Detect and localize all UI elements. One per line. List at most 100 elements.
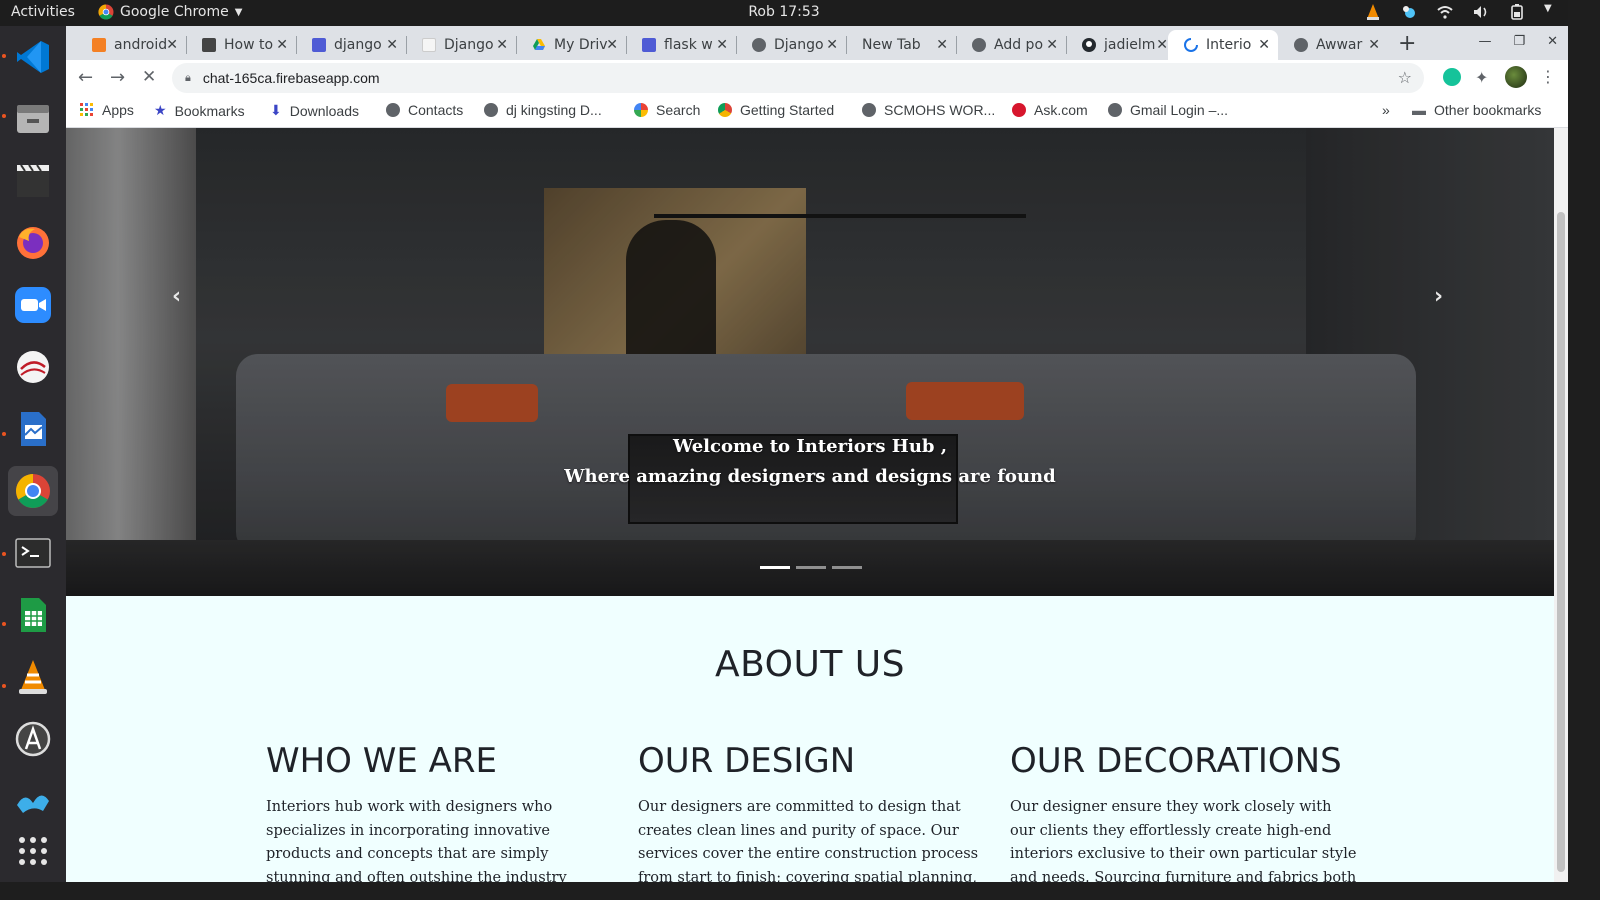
stop-loading-icon[interactable]: ✕	[142, 67, 156, 87]
tab-new-tab[interactable]: New Tab ✕	[846, 30, 956, 60]
close-icon[interactable]: ✕	[1156, 37, 1168, 53]
url-text[interactable]: chat-165ca.firebaseapp.com	[203, 70, 380, 86]
bookmark-gmail-login[interactable]: Gmail Login –...	[1108, 102, 1228, 118]
tab-awwwards[interactable]: Awwar ✕	[1278, 30, 1388, 60]
system-tray[interactable]: ▼	[1364, 3, 1554, 21]
bookmark-label: Getting Started	[740, 102, 835, 118]
weather-icon[interactable]	[1400, 3, 1418, 21]
close-icon[interactable]: ✕	[1046, 37, 1058, 53]
vscode-icon[interactable]	[8, 32, 58, 82]
tab-add-post[interactable]: Add po ✕	[956, 30, 1066, 60]
wifi-icon[interactable]	[1436, 3, 1454, 21]
close-icon[interactable]: ✕	[716, 37, 728, 53]
battery-icon[interactable]	[1508, 3, 1526, 21]
globe-favicon	[972, 38, 986, 52]
tab-my-drive[interactable]: My Driv ✕	[516, 30, 626, 60]
vlc-tray-icon[interactable]	[1364, 3, 1382, 21]
scrollbar-thumb[interactable]	[1557, 212, 1565, 872]
close-icon[interactable]: ✕	[1368, 37, 1380, 53]
close-icon[interactable]: ✕	[166, 37, 178, 53]
text-editor-icon[interactable]	[8, 342, 58, 392]
github-favicon	[1082, 38, 1096, 52]
bookmark-dj-kingsting[interactable]: dj kingsting D...	[484, 102, 602, 118]
close-icon[interactable]: ✕	[386, 37, 398, 53]
tab-title: android	[114, 37, 168, 53]
close-icon[interactable]: ✕	[936, 37, 948, 53]
bookmark-contacts[interactable]: Contacts	[386, 102, 463, 118]
volume-icon[interactable]	[1472, 3, 1490, 21]
clock[interactable]: Rob 17:53	[748, 4, 819, 20]
tab-how-to[interactable]: How to ✕	[186, 30, 296, 60]
close-window-icon[interactable]: ✕	[1547, 34, 1558, 49]
tab-django-globe[interactable]: Django ✕	[736, 30, 846, 60]
calc-icon[interactable]	[8, 590, 58, 640]
extensions-puzzle-icon[interactable]: ✦	[1475, 68, 1493, 87]
vlc-icon[interactable]	[8, 652, 58, 702]
about-column-our-decorations: OUR DECORATIONS Our designer ensure they…	[1010, 740, 1360, 882]
kde-connect-icon[interactable]	[8, 776, 58, 826]
bookmark-apps[interactable]: Apps	[80, 102, 134, 118]
carousel-next-icon[interactable]: ›	[1434, 284, 1443, 309]
firefox-icon[interactable]	[8, 218, 58, 268]
bookmark-other[interactable]: ▬ Other bookmarks	[1412, 102, 1541, 118]
lock-icon[interactable]: 🔒︎	[185, 71, 191, 85]
tab-title: How to	[224, 37, 274, 53]
bookmark-label: Other bookmarks	[1434, 102, 1542, 118]
close-icon[interactable]: ✕	[606, 37, 618, 53]
terminal-icon[interactable]	[8, 528, 58, 578]
tab-django-blank[interactable]: Django ✕	[406, 30, 516, 60]
tab-django-doc[interactable]: django ✕	[296, 30, 406, 60]
download-icon: ⬇︎	[270, 102, 282, 118]
chrome-icon[interactable]	[8, 466, 58, 516]
tab-interiors-active[interactable]: Interio ✕	[1168, 30, 1278, 60]
writer-icon[interactable]	[8, 404, 58, 454]
back-arrow-icon[interactable]: ←	[78, 67, 93, 88]
stackoverflow-favicon	[92, 38, 106, 52]
carousel-indicator[interactable]	[796, 566, 826, 569]
globe-favicon	[752, 38, 766, 52]
carousel-prev-icon[interactable]: ‹	[172, 284, 181, 309]
close-icon[interactable]: ✕	[1258, 37, 1270, 53]
page-scrollbar[interactable]	[1554, 128, 1568, 882]
activities-button[interactable]: Activities	[11, 4, 75, 20]
bookmark-star-icon[interactable]: ☆	[1398, 68, 1412, 87]
minimize-icon[interactable]: —	[1478, 34, 1491, 49]
bookmark-downloads[interactable]: ⬇︎ Downloads	[270, 102, 359, 119]
bookmark-label: SCMOHS WOR...	[884, 102, 996, 118]
bookmarks-overflow-button[interactable]: »	[1382, 102, 1390, 118]
app-menu[interactable]: Google Chrome ▼	[98, 4, 242, 20]
globe-favicon	[1294, 38, 1308, 52]
bookmark-bookmarks[interactable]: ★ Bookmarks	[154, 102, 245, 119]
show-apps-icon[interactable]	[8, 826, 58, 876]
zoom-icon[interactable]	[8, 280, 58, 330]
system-menu-chevron-icon[interactable]: ▼	[1544, 3, 1554, 21]
video-editor-icon[interactable]	[8, 156, 58, 206]
grammarly-extension-icon[interactable]	[1443, 68, 1461, 86]
hero-overlay	[66, 128, 1554, 596]
running-indicator	[2, 54, 6, 58]
maximize-icon[interactable]: ❐	[1513, 34, 1525, 49]
bookmark-search[interactable]: Search	[634, 102, 700, 118]
bookmark-ask[interactable]: Ask.com	[1012, 102, 1088, 118]
files-icon[interactable]	[8, 94, 58, 144]
carousel-indicator[interactable]	[832, 566, 862, 569]
bookmark-getting-started[interactable]: Getting Started	[718, 102, 834, 118]
chrome-icon	[98, 4, 114, 20]
bookmark-label: Gmail Login –...	[1130, 102, 1229, 118]
software-updater-icon[interactable]	[8, 714, 58, 764]
close-icon[interactable]: ✕	[826, 37, 838, 53]
tab-github[interactable]: jadielm ✕	[1066, 30, 1176, 60]
carousel-indicator[interactable]	[760, 566, 790, 569]
profile-avatar[interactable]	[1505, 66, 1527, 88]
tab-title: My Driv	[554, 37, 608, 53]
chrome-menu-icon[interactable]: ⋮	[1540, 67, 1556, 86]
tab-android[interactable]: android ✕	[76, 30, 186, 60]
new-tab-button[interactable]: +	[1398, 31, 1416, 56]
tab-flask[interactable]: flask w ✕	[626, 30, 736, 60]
forward-arrow-icon[interactable]: →	[110, 67, 125, 88]
close-icon[interactable]: ✕	[276, 37, 288, 53]
bookmark-scmohs[interactable]: SCMOHS WOR...	[862, 102, 995, 118]
window-controls: — ❐ ✕	[1478, 34, 1558, 49]
close-icon[interactable]: ✕	[496, 37, 508, 53]
address-bar[interactable]: 🔒︎ chat-165ca.firebaseapp.com ☆	[172, 63, 1424, 93]
